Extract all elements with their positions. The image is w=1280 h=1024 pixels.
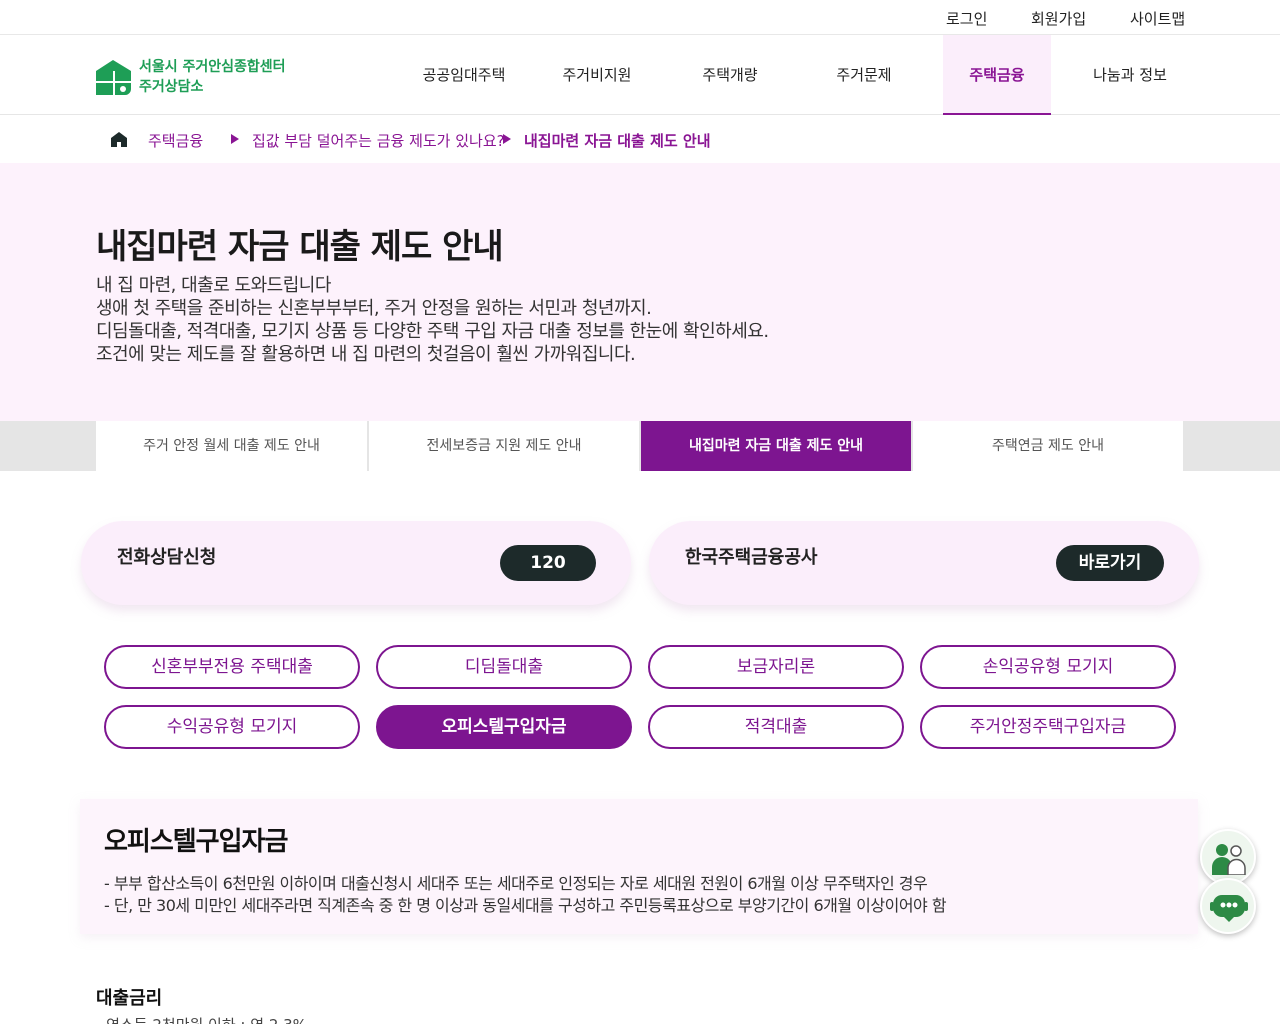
breadcrumb-level1[interactable]: 주택금융	[148, 130, 203, 151]
phone-number-button[interactable]: 120	[500, 545, 596, 581]
hf-title: 한국주택금융공사	[685, 547, 818, 568]
tab-home-purchase-loan[interactable]: 내집마련 자금 대출 제도 안내	[641, 421, 912, 471]
gnb-item-housing-issue[interactable]: 주거문제	[797, 35, 931, 115]
gnb-item-housing-cost[interactable]: 주거비지원	[531, 35, 663, 115]
counselor-icon	[1211, 841, 1247, 879]
rate-line: - 연소득 2천만원 이하 : 연 2.3%	[96, 1014, 307, 1024]
phone-consult-card: 전화상담신청 120	[81, 521, 631, 605]
gnb-item-house-repair[interactable]: 주택개량	[664, 35, 796, 115]
phone-consult-title: 전화상담신청	[117, 547, 217, 568]
product-detail-title: 오피스텔구입자금	[104, 827, 288, 857]
product-profit-share-mortgage[interactable]: 수익공유형 모기지	[104, 705, 360, 749]
hero-section: 내집마련 자금 대출 제도 안내 내 집 마련, 대출로 도와드립니다 생애 첫…	[0, 163, 1280, 421]
hf-card: 한국주택금융공사 바로가기	[649, 521, 1199, 605]
login-link[interactable]: 로그인	[946, 8, 987, 29]
site-header: 서울시 주거안심종합센터 주거상담소 공공임대주택 주거비지원 주택개량 주거문…	[0, 35, 1280, 115]
tab-housing-pension[interactable]: 주택연금 제도 안내	[913, 421, 1184, 471]
utility-bar: 로그인 회원가입 사이트맵	[0, 0, 1280, 35]
breadcrumb-level3: 내집마련 자금 대출 제도 안내	[524, 132, 711, 150]
product-profit-loss-mortgage[interactable]: 손익공유형 모기지	[920, 645, 1176, 689]
signup-link[interactable]: 회원가입	[1031, 8, 1086, 29]
counselor-button[interactable]	[1200, 829, 1256, 885]
hf-shortcut-button[interactable]: 바로가기	[1056, 545, 1164, 581]
breadcrumb: 주택금융 집값 부담 덜어주는 금융 제도가 있나요? 내집마련 자금 대출 제…	[0, 115, 1280, 163]
logo-line2: 주거상담소	[139, 79, 204, 95]
breadcrumb-level2[interactable]: 집값 부담 덜어주는 금융 제도가 있나요?	[252, 130, 505, 151]
product-stable-housing-fund[interactable]: 주거안정주택구입자금	[920, 705, 1176, 749]
tab-monthly-rent-loan[interactable]: 주거 안정 월세 대출 제도 안내	[96, 421, 368, 471]
gnb-item-sharing-info[interactable]: 나눔과 정보	[1064, 35, 1196, 115]
logo-icon	[96, 59, 131, 95]
chatbot-button[interactable]	[1200, 878, 1256, 934]
product-newlywed-loan[interactable]: 신혼부부전용 주택대출	[104, 645, 360, 689]
page-title: 내집마련 자금 대출 제도 안내	[96, 227, 504, 267]
product-officetel-fund[interactable]: 오피스텔구입자금	[376, 705, 632, 749]
gnb-item-housing-finance[interactable]: 주택금융	[943, 35, 1051, 115]
product-didimdol-loan[interactable]: 디딤돌대출	[376, 645, 632, 689]
tab-jeonse-deposit[interactable]: 전세보증금 지원 제도 안내	[369, 421, 640, 471]
hero-line: 조건에 맞는 제도를 잘 활용하면 내 집 마련의 첫걸음이 훨씬 가까워집니다…	[96, 344, 636, 365]
product-bogeumjari-loan[interactable]: 보금자리론	[648, 645, 904, 689]
chatbot-icon	[1210, 892, 1248, 926]
breadcrumb-arrow-icon	[231, 134, 239, 144]
product-conforming-loan[interactable]: 적격대출	[648, 705, 904, 749]
rate-section-title: 대출금리	[96, 988, 163, 1009]
product-detail-line: - 부부 합산소득이 6천만원 이하이며 대출신청시 세대주 또는 세대주로 인…	[104, 874, 928, 893]
logo-line1: 서울시 주거안심종합센터	[139, 59, 286, 75]
breadcrumb-arrow-icon	[503, 134, 511, 144]
product-detail-line: - 단, 만 30세 미만인 세대주라면 직계존속 중 한 명 이상과 동일세대…	[104, 896, 947, 915]
home-icon[interactable]	[111, 132, 127, 151]
product-detail-box: 오피스텔구입자금 - 부부 합산소득이 6천만원 이하이며 대출신청시 세대주 …	[80, 799, 1198, 934]
gnb-item-public-rental[interactable]: 공공임대주택	[398, 35, 530, 115]
sitemap-link[interactable]: 사이트맵	[1130, 8, 1185, 29]
site-logo[interactable]: 서울시 주거안심종합센터 주거상담소	[96, 57, 286, 97]
